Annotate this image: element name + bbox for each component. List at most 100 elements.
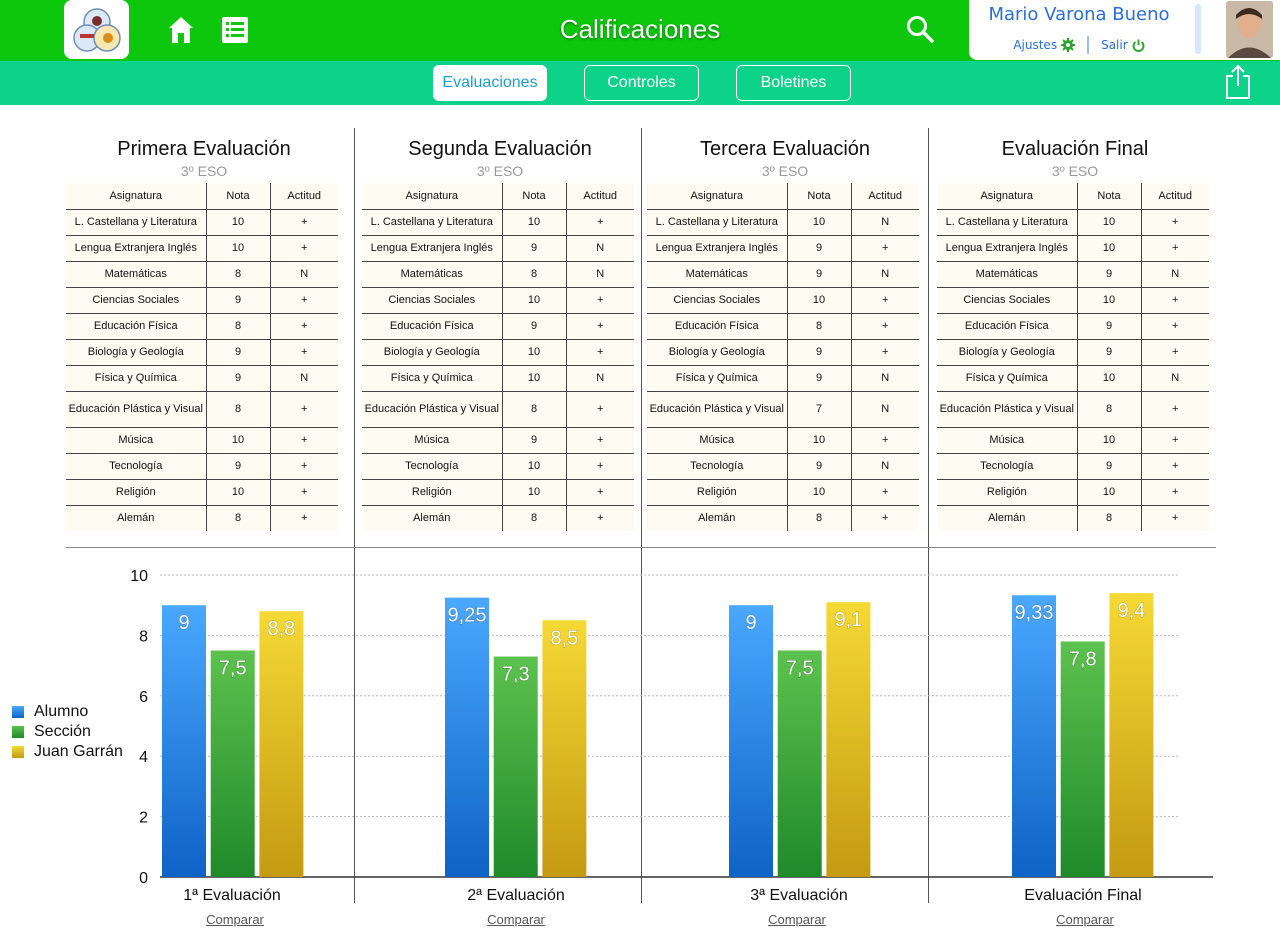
attitude-cell: + — [270, 235, 338, 262]
table-row: Educación Física 9 + — [937, 313, 1209, 340]
subject-cell: Música — [937, 427, 1078, 454]
subject-cell: Educación Física — [66, 313, 207, 340]
attitude-cell: + — [1141, 235, 1209, 262]
grade-cell: 8 — [206, 505, 271, 531]
attitude-cell: + — [566, 339, 634, 366]
x-category-label: 1ª Evaluación — [183, 887, 281, 904]
bar-alumno — [1012, 595, 1056, 877]
attitude-cell: + — [566, 391, 634, 428]
subject-cell: Matemáticas — [647, 261, 788, 288]
grade-cell: 8 — [502, 505, 567, 531]
compare-link[interactable]: Comparar — [456, 912, 576, 927]
attitude-cell: + — [1141, 209, 1209, 236]
grade-cell: 9 — [206, 453, 271, 480]
subject-cell: L. Castellana y Literatura — [937, 209, 1078, 236]
table-row: Alemán 8 + — [66, 505, 338, 531]
header-attitude: Actitud — [270, 183, 338, 210]
table-header-row: Asignatura Nota Actitud — [647, 183, 919, 210]
page-title: Calificaciones — [559, 14, 721, 44]
subject-cell: Tecnología — [647, 453, 788, 480]
header-attitude: Actitud — [1141, 183, 1209, 210]
compare-link[interactable]: Comparar — [737, 912, 857, 927]
table-row: L. Castellana y Literatura 10 N — [647, 209, 919, 236]
header-grade: Nota — [1077, 183, 1142, 210]
grade-cell: 10 — [1077, 365, 1142, 392]
grade-cell: 8 — [206, 391, 271, 428]
divider — [1087, 36, 1090, 54]
bar-alumno — [445, 597, 489, 877]
subject-cell: Religión — [937, 479, 1078, 506]
table-row: Biología y Geología 9 + — [66, 339, 338, 366]
attitude-cell: + — [566, 313, 634, 340]
bar-seccin — [210, 650, 255, 877]
list-icon[interactable] — [221, 16, 249, 44]
table-row: Educación Plástica y Visual 8 + — [66, 391, 338, 428]
y-tick-label: 0 — [139, 870, 148, 887]
grade-cell: 9 — [1077, 313, 1142, 340]
grade-cell: 10 — [1077, 209, 1142, 236]
subject-cell: Educación Física — [647, 313, 788, 340]
power-icon — [1132, 39, 1145, 52]
table-row: Alemán 8 + — [647, 505, 919, 531]
table-row: Música 10 + — [647, 427, 919, 454]
subject-cell: Alemán — [937, 505, 1078, 531]
attitude-cell: + — [270, 287, 338, 314]
subject-cell: Ciencias Sociales — [937, 287, 1078, 314]
table-row: Matemáticas 9 N — [647, 261, 919, 288]
attitude-cell: + — [1141, 479, 1209, 506]
attitude-cell: + — [270, 209, 338, 236]
grade-cell: 9 — [1077, 339, 1142, 366]
logout-link[interactable]: Salir — [1101, 38, 1145, 52]
grade-cell: 10 — [1077, 479, 1142, 506]
legend-swatch — [12, 746, 24, 758]
subject-cell: Biología y Geología — [66, 339, 207, 366]
grade-cell: 10 — [787, 287, 852, 314]
x-category-label: 2ª Evaluación — [467, 887, 565, 904]
home-icon[interactable] — [168, 16, 194, 44]
compare-link[interactable]: Comparar — [1025, 912, 1145, 927]
table-row: Educación Física 9 + — [362, 313, 634, 340]
attitude-cell: N — [1141, 365, 1209, 392]
subject-cell: Física y Química — [362, 365, 503, 392]
school-logo[interactable] — [64, 0, 129, 59]
settings-link[interactable]: Ajustes — [1013, 38, 1076, 52]
attitude-cell: N — [851, 391, 919, 428]
subject-cell: Ciencias Sociales — [647, 287, 788, 314]
grade-cell: 10 — [502, 339, 567, 366]
subject-cell: Religión — [362, 479, 503, 506]
attitude-cell: + — [270, 479, 338, 506]
table-row: Biología y Geología 10 + — [362, 339, 634, 366]
grade-cell: 9 — [502, 427, 567, 454]
evaluation-title: Tercera Evaluación — [699, 138, 871, 160]
x-category-label: 3ª Evaluación — [750, 887, 848, 904]
subject-cell: Lengua Extranjera Inglés — [937, 235, 1078, 262]
header-attitude: Actitud — [566, 183, 634, 210]
share-icon[interactable] — [1224, 64, 1252, 100]
header-grade: Nota — [502, 183, 567, 210]
grade-cell: 10 — [206, 427, 271, 454]
tab-controles[interactable]: Controles — [584, 65, 699, 101]
logout-label: Salir — [1101, 38, 1128, 52]
attitude-cell: + — [851, 235, 919, 262]
attitude-cell: + — [851, 287, 919, 314]
tab-boletines[interactable]: Boletines — [736, 65, 851, 101]
header-grade: Nota — [787, 183, 852, 210]
table-row: Matemáticas 9 N — [937, 261, 1209, 288]
attitude-cell: + — [270, 453, 338, 480]
tab-evaluaciones[interactable]: Evaluaciones — [433, 65, 547, 101]
avatar[interactable] — [1226, 1, 1273, 58]
grade-cell: 10 — [502, 365, 567, 392]
bar-value-label: 9,1 — [834, 609, 862, 631]
subject-cell: Alemán — [66, 505, 207, 531]
bar-value-label: 8,5 — [550, 627, 578, 649]
compare-link[interactable]: Comparar — [175, 912, 295, 927]
bar-value-label: 9 — [745, 612, 756, 634]
legend-swatch — [12, 726, 24, 738]
subject-cell: Matemáticas — [937, 261, 1078, 288]
subject-cell: Física y Química — [66, 365, 207, 392]
attitude-cell: + — [566, 479, 634, 506]
evaluation-panel: Segunda Evaluación 3º ESO Asignatura Nota Ac… — [362, 136, 638, 531]
table-row: Física y Química 9 N — [647, 365, 919, 392]
search-icon[interactable] — [905, 14, 935, 44]
chart-legend: Alumno Sección Juan Garrán — [12, 702, 123, 762]
